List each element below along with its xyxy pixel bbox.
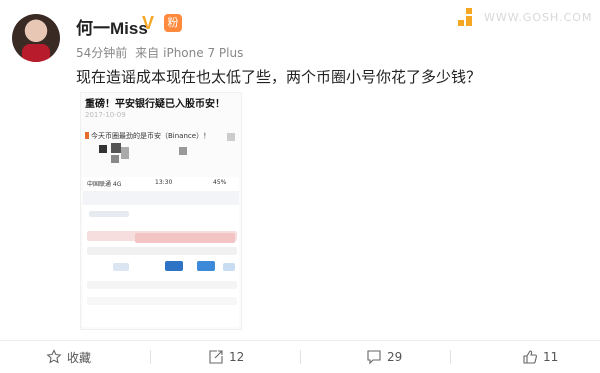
favorite-button[interactable]: 收藏 <box>46 341 91 373</box>
blur-block <box>223 263 235 271</box>
favorite-label: 收藏 <box>67 350 92 365</box>
repost-button[interactable]: 12 <box>208 341 244 373</box>
mosaic-block <box>227 133 235 141</box>
watermark: WWW.GOSH.COM <box>458 8 591 30</box>
mosaic-block <box>179 147 187 155</box>
fan-badge-icon: 粉 <box>164 14 182 32</box>
divider <box>300 350 301 364</box>
star-icon <box>46 349 62 364</box>
phone-nav-bar <box>83 191 239 205</box>
phone-carrier: 中国联通 4G <box>87 181 122 188</box>
comment-icon <box>367 350 381 365</box>
embedded-screenshot[interactable]: 重磅！平安银行疑已入股币安！ 2017-10-09 今天币圈最劲的是币安（Bin… <box>80 92 242 330</box>
embedded-subtitle: 今天币圈最劲的是币安（Binance）！ <box>85 131 210 141</box>
username[interactable]: 何一Miss <box>76 14 148 39</box>
avatar[interactable] <box>12 14 60 62</box>
embedded-date: 2017-10-09 <box>85 111 126 119</box>
mosaic-block <box>121 147 129 159</box>
repost-count: 12 <box>229 350 245 364</box>
mosaic-block <box>99 145 107 153</box>
avatar-figure <box>22 44 50 62</box>
blur-block <box>197 261 215 271</box>
post-text: 现在造谣成本现在也太低了些，两个币圈小号你花了多少钱？ <box>76 68 482 86</box>
watermark-logo-icon <box>458 8 476 26</box>
divider <box>150 350 151 364</box>
blur-block <box>87 247 237 255</box>
comment-count: 29 <box>387 350 403 364</box>
verified-icon: V <box>142 13 155 33</box>
blur-block <box>87 297 237 305</box>
post-meta: 54分钟前 来自 iPhone 7 Plus <box>76 44 247 61</box>
phone-status-bar: 中国联通 4G 13:30 45% <box>83 177 239 189</box>
phone-clock: 13:30 <box>155 179 173 186</box>
thumbs-up-icon <box>523 350 537 364</box>
blur-block <box>89 211 129 217</box>
blur-block <box>165 261 183 271</box>
action-bar: 收藏 12 29 11 <box>0 340 600 373</box>
phone-battery: 45% <box>213 179 227 186</box>
blur-block <box>135 233 235 243</box>
embedded-subtitle-text: 今天币圈最劲的是币安（Binance）！ <box>91 132 211 140</box>
embedded-headline: 重磅！平安银行疑已入股币安！ <box>85 99 225 110</box>
mosaic-block <box>111 143 121 153</box>
embedded-phone-screen: 中国联通 4G 13:30 45% <box>83 177 239 327</box>
watermark-text: WWW.GOSH.COM <box>484 11 593 24</box>
like-count: 11 <box>543 350 559 364</box>
divider <box>450 350 451 364</box>
mosaic-block <box>111 155 119 163</box>
blur-block <box>113 263 129 271</box>
repost-icon <box>209 350 223 364</box>
like-button[interactable]: 11 <box>522 341 558 373</box>
comment-button[interactable]: 29 <box>366 341 402 373</box>
source-device[interactable]: iPhone 7 Plus <box>163 46 243 60</box>
source-prefix: 来自 <box>135 46 160 60</box>
post-time: 54分钟前 <box>76 46 128 60</box>
blur-block <box>87 281 237 289</box>
